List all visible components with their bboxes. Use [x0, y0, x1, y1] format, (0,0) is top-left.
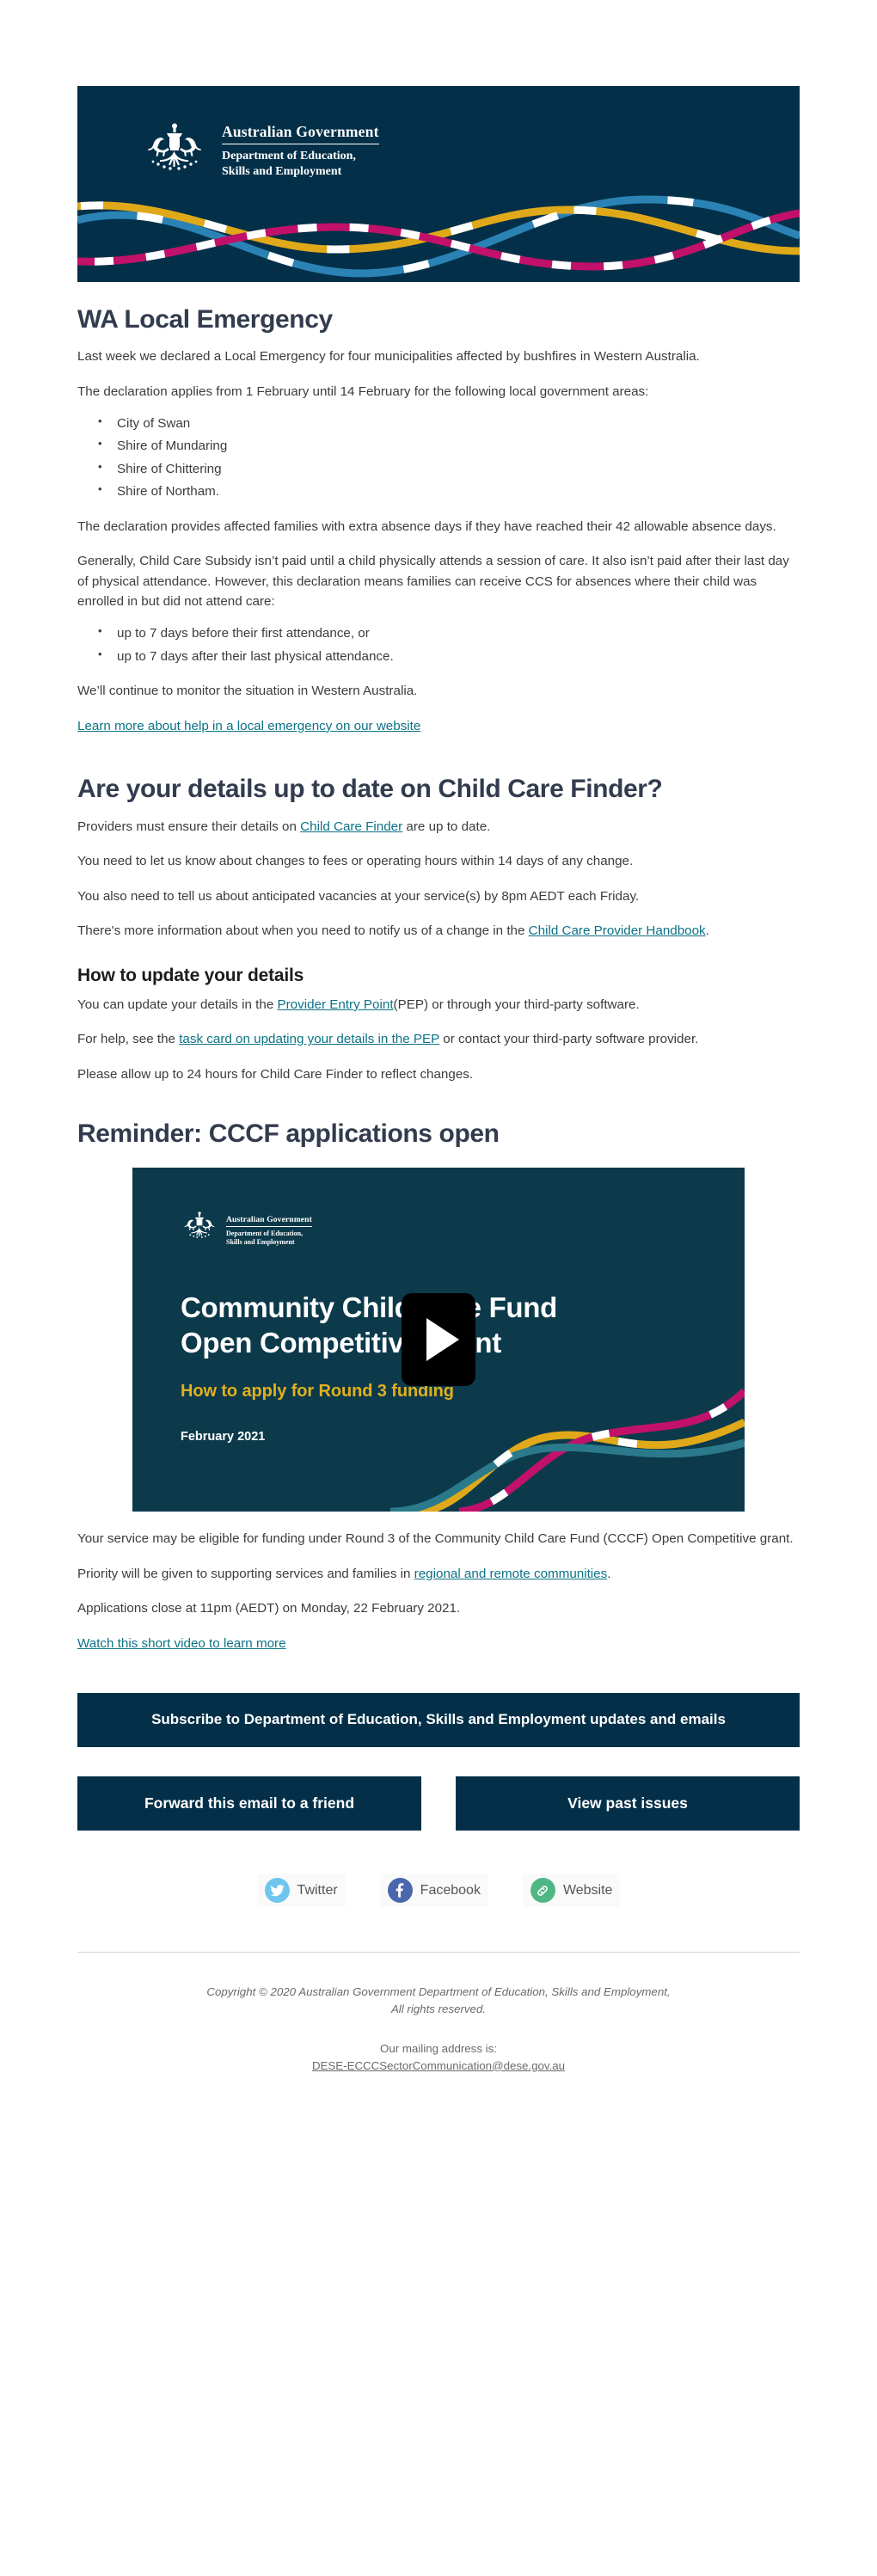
video-title-line-1: Community Child Care Fund	[181, 1291, 558, 1323]
email-page: Australian Government Department of Educ…	[0, 0, 877, 2074]
email-header-banner: Australian Government Department of Educ…	[77, 86, 800, 282]
absence-list: up to 7 days before their first attendan…	[77, 623, 800, 666]
link-provider-entry-point[interactable]: Provider Entry Point	[277, 997, 393, 1012]
copyright-line-2: All rights reserved.	[390, 2003, 487, 2016]
social-link-twitter[interactable]: Twitter	[256, 1874, 346, 1908]
department-line-2: Skills and Employment	[222, 164, 342, 178]
paragraph-priority: Priority will be given to supporting ser…	[77, 1564, 800, 1585]
list-item: City of Swan	[98, 413, 800, 434]
mailing-address-block: Our mailing address is: DESE-ECCCSectorC…	[77, 2040, 800, 2074]
social-link-facebook[interactable]: Facebook	[379, 1874, 488, 1908]
social-label: Facebook	[420, 1882, 481, 1898]
forward-email-button[interactable]: Forward this email to a friend	[77, 1776, 421, 1831]
decorative-wave-graphic	[77, 195, 800, 278]
department-line-1: Department of Education,	[222, 150, 356, 163]
play-triangle	[426, 1317, 459, 1361]
text-before-link: For help, see the	[77, 1032, 180, 1047]
paragraph-declaration-intro: Last week we declared a Local Emergency …	[77, 349, 700, 365]
link-task-card-pep[interactable]: task card on updating your details in th…	[179, 1032, 439, 1046]
link-child-care-provider-handbook[interactable]: Child Care Provider Handbook	[529, 923, 706, 938]
social-link-website[interactable]: Website	[522, 1874, 621, 1908]
paragraph-vacancies: You also need to tell us about anticipat…	[77, 888, 640, 904]
department-line-2: Skills and Employment	[226, 1238, 295, 1247]
text-before-link: Priority will be given to supporting ser…	[77, 1566, 414, 1581]
list-item: Shire of Northam.	[98, 481, 800, 502]
paragraph-declaration-dates: The declaration applies from 1 February …	[77, 383, 649, 399]
copyright-line-1: Copyright © 2020 Australian Government D…	[206, 1985, 671, 1999]
text-after-link: are up to date.	[402, 819, 491, 834]
facebook-icon	[387, 1878, 413, 1904]
paragraph-fees-hours: You need to let us know about changes to…	[77, 854, 634, 869]
video-thumbnail[interactable]: Australian Government Department of Educ…	[132, 1167, 745, 1512]
section-heading-child-care-finder: Are your details up to date on Child Car…	[77, 775, 663, 804]
view-past-issues-button[interactable]: View past issues	[456, 1776, 800, 1831]
australian-coat-of-arms-icon	[148, 123, 201, 170]
video-block: Australian Government Department of Educ…	[77, 1167, 800, 1512]
text-after-link: or contact your third-party software pro…	[439, 1032, 699, 1047]
social-links-row: Twitter Facebook Website	[77, 1874, 800, 1908]
video-title: Community Child Care Fund Open Competiti…	[181, 1290, 557, 1361]
video-title-line-2: Open Competitive Grant	[181, 1327, 501, 1359]
paragraph-applications-close: Applications close at 11pm (AEDT) on Mon…	[77, 1601, 461, 1616]
email-content: WA Local Emergency Last week we declared…	[77, 282, 800, 1659]
section-heading-wa-emergency: WA Local Emergency	[77, 305, 333, 334]
paragraph-update-pep: You can update your details in the Provi…	[77, 995, 800, 1015]
subscribe-button[interactable]: Subscribe to Department of Education, Sk…	[77, 1693, 800, 1748]
government-branding: Australian Government Department of Educ…	[141, 122, 379, 179]
government-line: Australian Government	[222, 123, 379, 145]
link-watch-video[interactable]: Watch this short video to learn more	[77, 1634, 286, 1654]
paragraph-absence-days: The declaration provides affected famili…	[77, 518, 776, 534]
lga-list: City of Swan Shire of Mundaring Shire of…	[77, 413, 800, 502]
text-after-link: (PEP) or through your third-party softwa…	[393, 997, 640, 1012]
list-item: Shire of Mundaring	[98, 435, 800, 457]
social-label: Website	[562, 1882, 613, 1898]
section-heading-cccf: Reminder: CCCF applications open	[77, 1119, 500, 1148]
list-item: Shire of Chittering	[98, 458, 800, 480]
department-line-1: Department of Education,	[226, 1229, 304, 1237]
footer-button-row: Forward this email to a friend View past…	[77, 1776, 800, 1831]
link-local-emergency-help[interactable]: Learn more about help in a local emergen…	[77, 716, 420, 737]
paragraph-monitor: We’ll continue to monitor the situation …	[77, 684, 418, 699]
link-child-care-finder[interactable]: Child Care Finder	[300, 819, 402, 834]
paragraph-ccs-rules: Generally, Child Care Subsidy isn’t paid…	[77, 554, 789, 610]
mailing-label: Our mailing address is:	[380, 2042, 497, 2056]
paragraph-handbook: There's more information about when you …	[77, 921, 800, 941]
video-date: February 2021	[181, 1429, 266, 1444]
subheading-how-to-update: How to update your details	[77, 965, 304, 985]
list-item: up to 7 days after their last physical a…	[98, 646, 800, 667]
text-before-link: You can update your details in the	[77, 997, 278, 1012]
mailing-address-link[interactable]: DESE-ECCCSectorCommunication@dese.gov.au	[312, 2059, 565, 2072]
play-button-icon[interactable]	[402, 1292, 475, 1386]
text-after-link: .	[705, 923, 709, 939]
text-before-link: Providers must ensure their details on	[77, 819, 301, 834]
paragraph-task-card: For help, see the task card on updating …	[77, 1029, 800, 1050]
link-regional-remote-communities[interactable]: regional and remote communities	[414, 1567, 608, 1581]
government-branding: Australian Government Department of Educ…	[181, 1211, 312, 1248]
text-after-link: .	[607, 1566, 611, 1581]
copyright-block: Copyright © 2020 Australian Government D…	[77, 1953, 800, 2018]
list-item: up to 7 days before their first attendan…	[98, 623, 800, 644]
email-footer: Subscribe to Department of Education, Sk…	[77, 1659, 800, 2073]
link-icon	[530, 1878, 555, 1904]
government-line: Australian Government	[226, 1215, 312, 1227]
twitter-icon	[264, 1878, 290, 1904]
paragraph-eligible-funding: Your service may be eligible for funding…	[77, 1530, 794, 1546]
social-label: Twitter	[297, 1882, 338, 1898]
email-body: Australian Government Department of Educ…	[77, 86, 800, 2074]
paragraph-24-hours: Please allow up to 24 hours for Child Ca…	[77, 1067, 474, 1083]
paragraph-providers-details: Providers must ensure their details on C…	[77, 817, 800, 837]
australian-coat-of-arms-icon	[184, 1211, 215, 1238]
department-wordmark: Australian Government Department of Educ…	[222, 122, 379, 179]
text-before-link: There's more information about when you …	[77, 923, 529, 939]
department-wordmark: Australian Government Department of Educ…	[226, 1211, 312, 1248]
